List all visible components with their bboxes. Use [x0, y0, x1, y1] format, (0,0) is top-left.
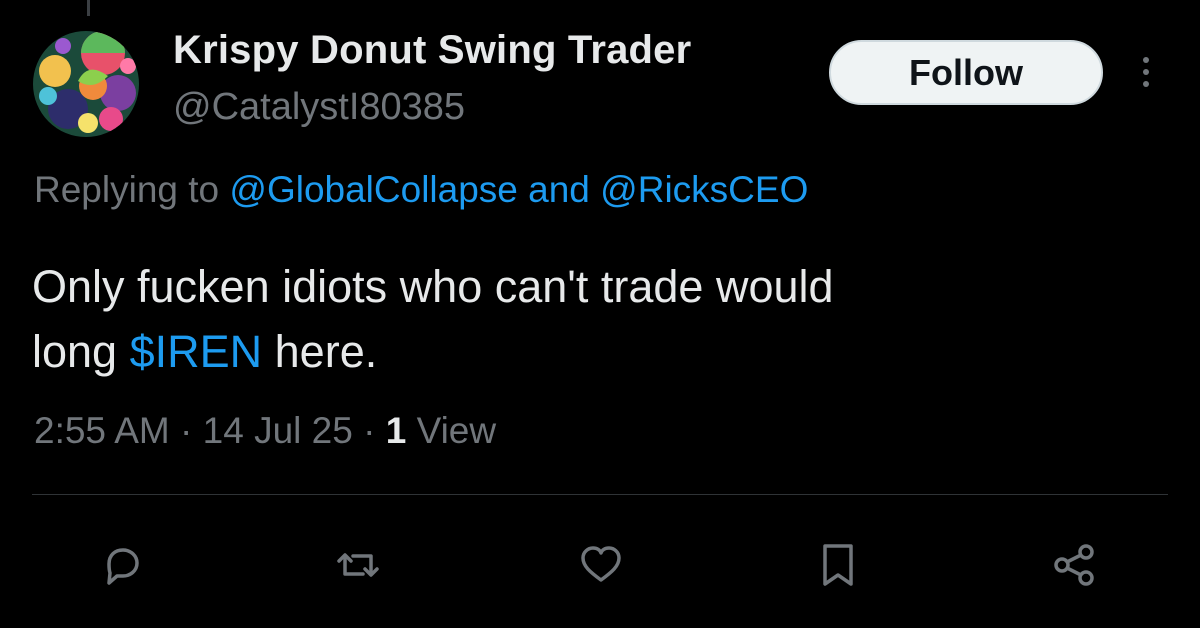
replying-to-joiner[interactable]: and — [528, 169, 590, 210]
retweet-icon — [337, 553, 379, 577]
tweet-body: Only fucken idiots who can't trade would… — [32, 254, 1162, 384]
tweet-text-line-1: Only fucken idiots who can't trade would — [32, 261, 834, 312]
tweet-time[interactable]: 2:55 AM — [34, 410, 170, 451]
tweet-text-line-2: long $IREN here. — [32, 319, 1162, 384]
meta-separator: · — [180, 410, 193, 451]
bookmark-icon — [823, 544, 853, 586]
like-icon — [581, 546, 621, 582]
author-display-name[interactable]: Krispy Donut Swing Trader — [173, 28, 691, 73]
share-icon — [1054, 544, 1094, 586]
thread-connector-line — [87, 0, 90, 16]
like-button[interactable] — [576, 540, 626, 590]
tweet-card: Krispy Donut Swing Trader @CatalystI8038… — [0, 0, 1200, 628]
mention-link-rricksceo[interactable]: @RicksCEO — [600, 169, 808, 210]
view-count: 1 — [385, 410, 407, 451]
avatar[interactable] — [33, 31, 139, 137]
avatar-image — [33, 31, 139, 137]
bookmark-button[interactable] — [813, 540, 863, 590]
divider — [32, 494, 1168, 495]
tweet-meta: 2:55 AM · 14 Jul 25 · 1 View — [34, 410, 496, 452]
view-label: View — [416, 410, 497, 451]
cashtag-link[interactable]: $IREN — [130, 326, 263, 377]
replying-to-label: Replying to — [34, 169, 220, 210]
replying-to-line: Replying to @GlobalCollapse and @RicksCE… — [34, 169, 808, 211]
reply-button[interactable] — [97, 540, 147, 590]
meta-separator: · — [363, 410, 376, 451]
tweet-text-word: long — [32, 326, 118, 377]
mention-link-globalcollapse[interactable]: @GlobalCollapse — [229, 169, 517, 210]
retweet-button[interactable] — [333, 540, 383, 590]
follow-button[interactable]: Follow — [829, 40, 1103, 105]
author-handle[interactable]: @CatalystI80385 — [173, 86, 465, 129]
more-options-icon[interactable] — [1132, 52, 1160, 92]
share-button[interactable] — [1050, 540, 1100, 590]
tweet-date[interactable]: 14 Jul 25 — [203, 410, 353, 451]
tweet-text-word: here. — [274, 326, 378, 377]
reply-icon — [107, 548, 139, 585]
